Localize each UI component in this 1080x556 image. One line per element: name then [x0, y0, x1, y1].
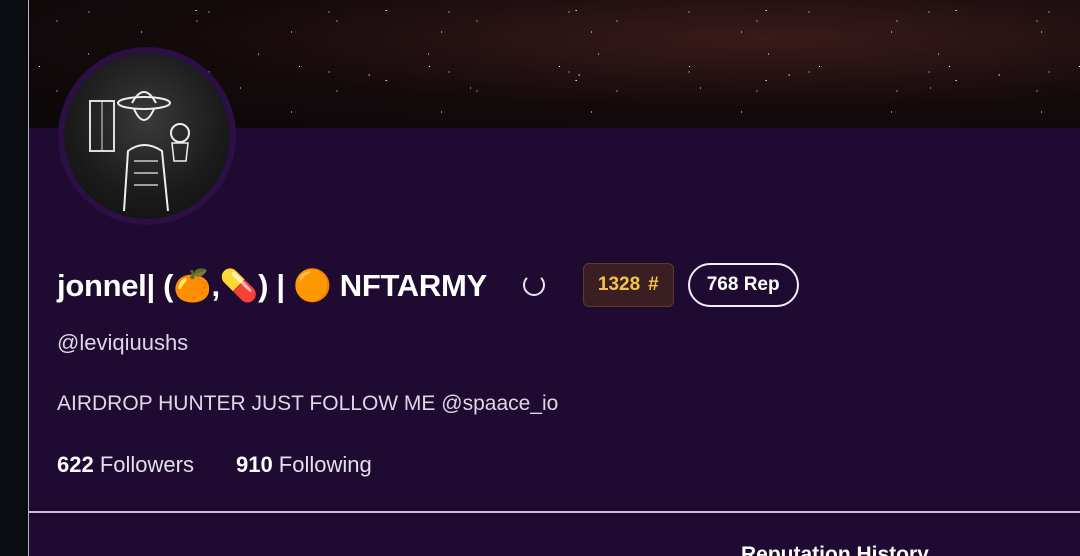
followers-link[interactable]: 622 Followers [57, 452, 194, 478]
rep-badge[interactable]: 768 Rep [687, 263, 799, 307]
follow-stats: 622 Followers 910 Following [57, 452, 372, 478]
avatar-illustration [89, 91, 190, 211]
following-link[interactable]: 910 Following [236, 452, 372, 478]
profile-card: jonnel| (🍊,💊) | 🟠 NFTARMY 1328 # 768 Rep… [28, 0, 1080, 556]
name-row: jonnel| (🍊,💊) | 🟠 NFTARMY 1328 # 768 Rep [57, 262, 799, 308]
username-handle: @leviqiuushs [57, 330, 189, 355]
profile-bio: AIRDROP HUNTER JUST FOLLOW ME @spaace_io [57, 392, 559, 415]
rank-value: 1328 [597, 274, 641, 295]
following-label: Following [278, 452, 372, 477]
section-divider [29, 511, 1080, 513]
reputation-history-title: Reputation History [741, 543, 929, 556]
rank-badge[interactable]: 1328 # [582, 263, 674, 307]
followers-count: 622 [57, 452, 100, 477]
display-name: jonnel| (🍊,💊) | 🟠 NFTARMY [57, 267, 487, 303]
hash-icon: # [648, 274, 659, 295]
following-count: 910 [235, 452, 279, 477]
rep-label: 768 Rep [706, 274, 780, 295]
followers-label: Followers [99, 452, 194, 477]
left-sidebar-edge [0, 0, 28, 556]
spinner-icon [522, 274, 545, 296]
avatar-image [64, 53, 230, 219]
avatar[interactable] [58, 47, 236, 225]
